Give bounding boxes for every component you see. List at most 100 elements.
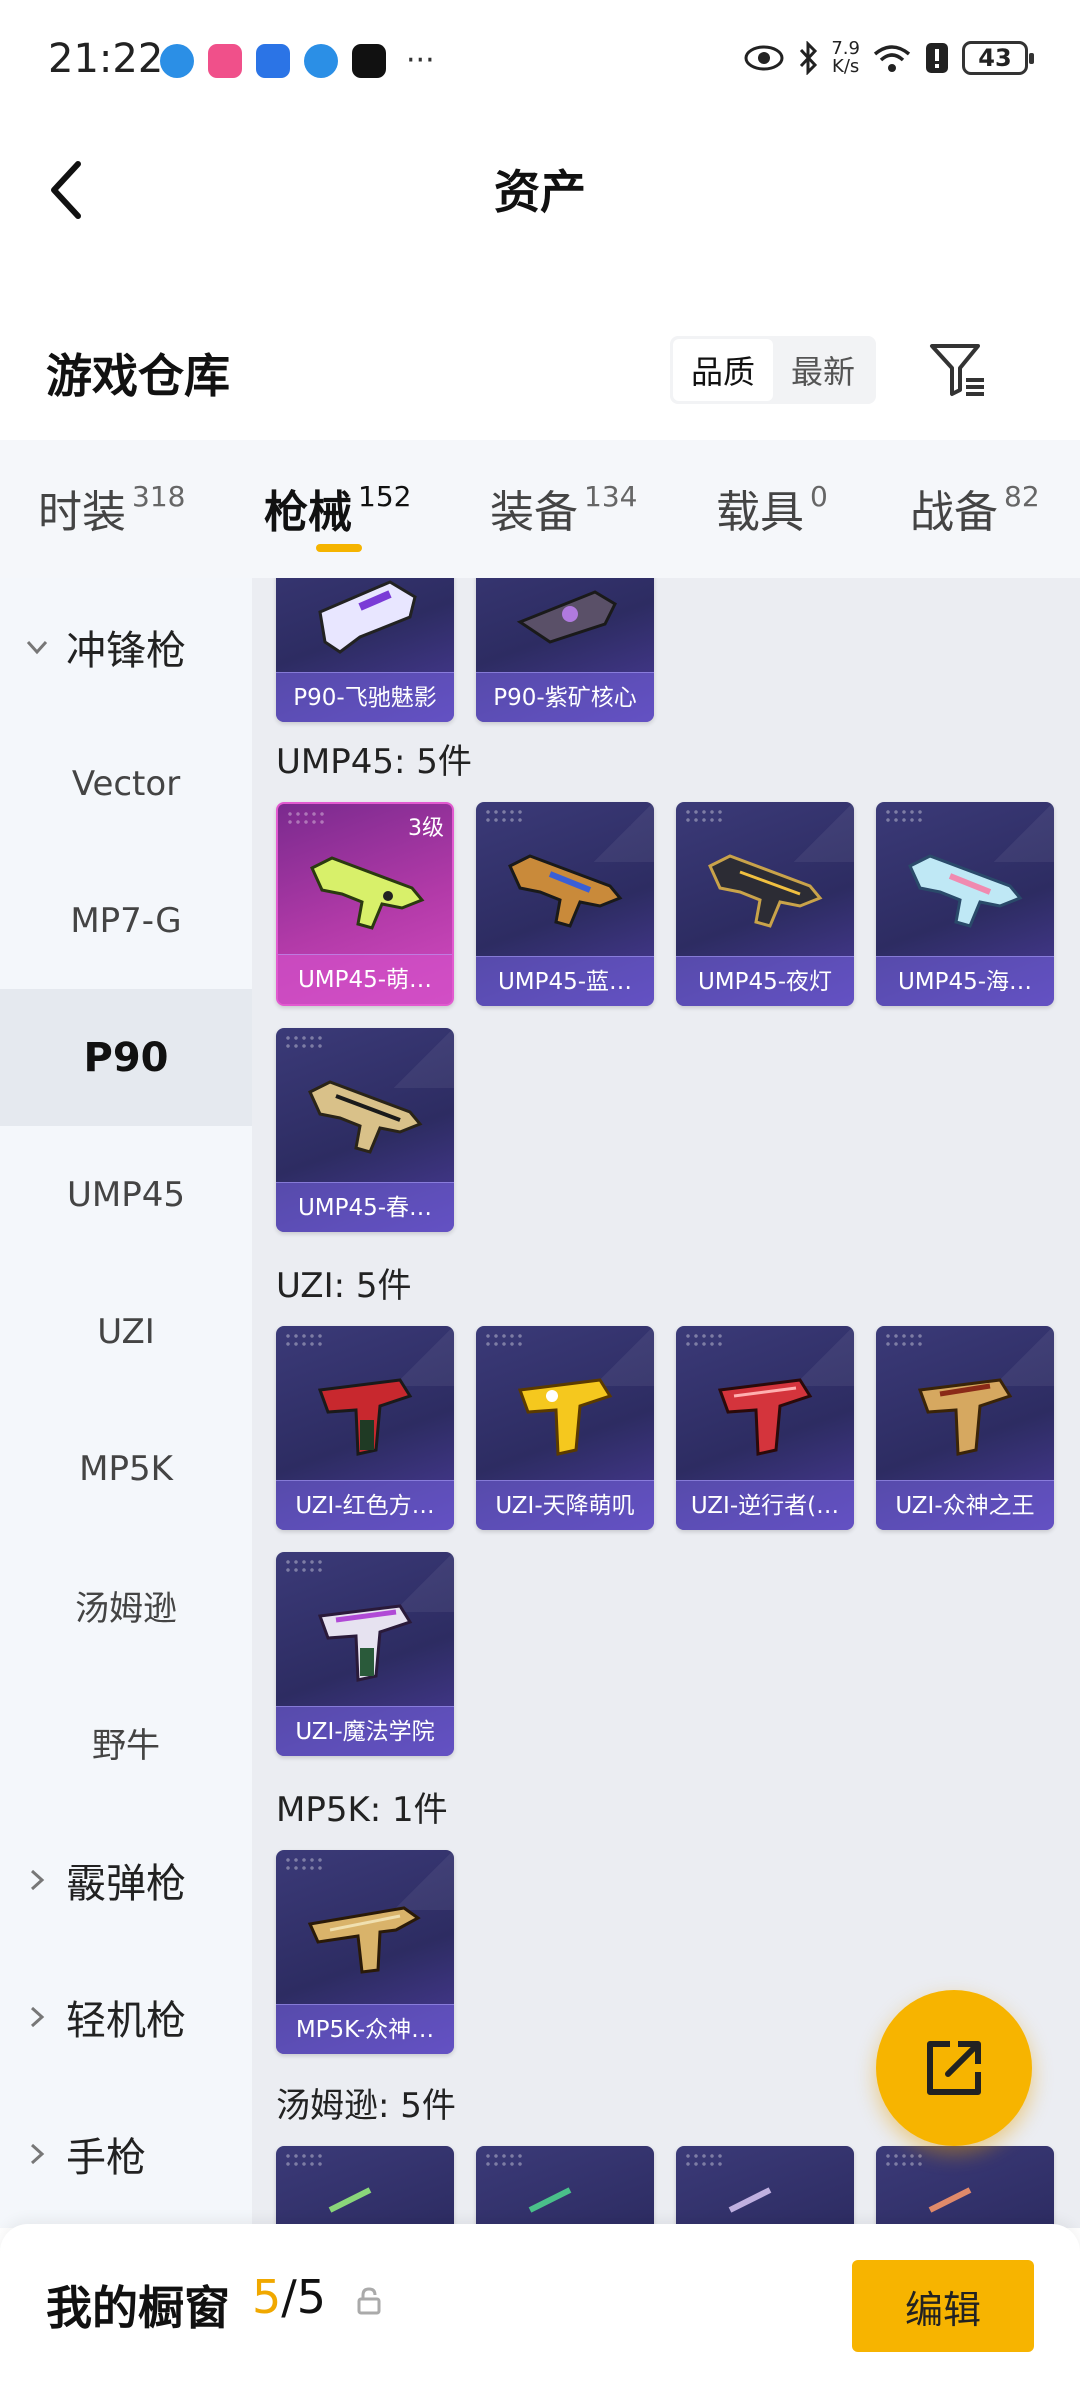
card-decoration [484,2152,524,2170]
status-time: 21:22 [48,36,164,82]
uzi-skin-icon [917,1378,1013,1456]
card-decoration [884,2152,924,2170]
showcase-title: 我的橱窗 [46,2281,230,2335]
chevron-down-icon [26,640,48,654]
weapon-card[interactable] [476,2146,654,2228]
category-tabs: 时装 318 枪械 152 装备 134 载具 0 战备 82 [0,440,1080,578]
weapon-card-label: P90-紫矿核心 [476,672,654,722]
sidebar-item-ump45[interactable]: UMP45 [0,1126,252,1263]
weapon-card[interactable]: UZI-红色方… [276,1326,454,1530]
sidebar-item-uzi[interactable]: UZI [0,1263,252,1400]
net-speed: 7.9 K/s [831,38,860,77]
sort-latest-button[interactable]: 最新 [773,339,873,401]
thompson-skin-icon [328,2187,372,2213]
share-button[interactable] [876,1990,1032,2146]
edit-button[interactable]: 编辑 [852,2260,1034,2352]
sidebar-item-p90[interactable]: P90 [0,989,252,1126]
page-title: 资产 [494,165,586,219]
weapon-card[interactable]: P90-紫矿核心 [476,578,654,722]
weapon-card-label: P90-飞驰魅影 [276,672,454,722]
weapon-card-label: UZI-天降萌叽 [476,1480,654,1530]
uzi-skin-icon [317,1604,413,1682]
card-decoration [284,1856,324,1874]
sidebar-item-bison[interactable]: 野牛 [0,1674,252,1811]
uzi-skin-icon [317,1378,413,1456]
card-decoration [684,808,724,826]
section-title-mp5k: MP5K: 1件 [276,1790,448,1830]
card-decoration [284,1332,324,1350]
app-notification-icon [160,44,194,78]
weapon-card-label: UMP45-春… [276,1182,454,1232]
weapon-card-label: UZI-红色方… [276,1480,454,1530]
weapon-card[interactable]: UMP45-夜灯 [676,802,854,1006]
weapon-card[interactable]: UMP45-春… [276,1028,454,1232]
wifi-icon [873,45,911,72]
alert-icon [926,43,948,73]
status-right: 7.9 K/s 43 [743,38,1034,77]
section-title-thompson: 汤姆逊: 5件 [276,2086,456,2126]
weapon-card[interactable]: UMP45-蓝… [476,802,654,1006]
sidebar-group-pistol[interactable]: 手枪 [0,2085,252,2222]
filter-button[interactable] [928,340,988,400]
tab-battle-supplies[interactable]: 战备 82 [910,476,1040,540]
warehouse-title: 游戏仓库 [46,349,230,403]
tab-equipment[interactable]: 装备 134 [490,476,637,540]
sort-toggle: 品质 最新 [670,336,876,404]
weapon-card[interactable]: UZI-魔法学院 [276,1552,454,1756]
weapon-card[interactable]: UZI-众神之王 [876,1326,1054,1530]
share-icon [927,2041,981,2095]
weapon-card-label: UMP45-海… [876,956,1054,1006]
bluetooth-app-icon [256,44,290,78]
weapon-card[interactable]: UZI-逆行者(… [676,1326,854,1530]
app-notification-icon [208,44,242,78]
tab-fashion[interactable]: 时装 318 [38,476,185,540]
section-title-uzi: UZI: 5件 [276,1266,412,1306]
thompson-skin-icon [528,2187,572,2213]
weapon-card-label: UZI-魔法学院 [276,1706,454,1756]
sidebar-group-lmg[interactable]: 轻机枪 [0,1948,252,2085]
weapon-card[interactable] [676,2146,854,2228]
sidebar-item-vector[interactable]: Vector [0,715,252,852]
ump45-skin-icon [708,854,823,928]
section-title-ump45: UMP45: 5件 [276,742,472,782]
card-decoration [484,1332,524,1350]
weapon-card-label: MP5K-众神… [276,2004,454,2054]
weapon-card-label: UZI-逆行者(… [676,1480,854,1530]
weapon-card-label: UMP45-萌… [278,954,452,1004]
status-bar: 21:22 ··· 7.9 K/s 43 [0,0,1080,120]
sidebar-item-mp5k[interactable]: MP5K [0,1400,252,1537]
chevron-right-icon [30,1869,45,1890]
card-decoration [284,1034,324,1052]
bluetooth-icon [800,41,818,75]
p90-skin-icon [318,580,417,654]
weapon-card[interactable]: MP5K-众神… [276,1850,454,2054]
tab-firearms[interactable]: 枪械 152 [264,476,411,540]
card-decoration [286,810,326,828]
card-decoration [484,808,524,826]
showcase-bar: 我的橱窗 5/5 编辑 [0,2224,1080,2382]
weapon-card[interactable]: UMP45-海… [876,802,1054,1006]
card-decoration [884,808,924,826]
filter-icon [930,344,984,396]
uzi-skin-icon [517,1378,613,1456]
active-tab-indicator [316,544,362,552]
ump45-skin-icon [508,854,623,928]
weapon-card[interactable]: 3级 UMP45-萌… [276,802,454,1006]
sidebar-group-smg[interactable]: 冲锋枪 [0,578,252,715]
sidebar-item-mp7g[interactable]: MP7-G [0,852,252,989]
battery-icon: 43 [962,41,1034,75]
card-decoration [684,1332,724,1350]
weapon-card[interactable]: UZI-天降萌叽 [476,1326,654,1530]
weapon-card[interactable] [876,2146,1054,2228]
tab-vehicles[interactable]: 载具 0 [716,476,828,540]
sidebar-group-shotgun[interactable]: 霰弹枪 [0,1811,252,1948]
eye-icon [744,45,784,71]
uzi-skin-icon [717,1378,813,1456]
card-decoration [284,2152,324,2170]
lock-icon [357,2287,381,2315]
sidebar-item-thompson[interactable]: 汤姆逊 [0,1537,252,1674]
weapon-card[interactable]: P90-飞驰魅影 [276,578,454,722]
app-notification-icon [304,44,338,78]
weapon-card[interactable] [276,2146,454,2228]
sort-quality-button[interactable]: 品质 [673,339,773,401]
